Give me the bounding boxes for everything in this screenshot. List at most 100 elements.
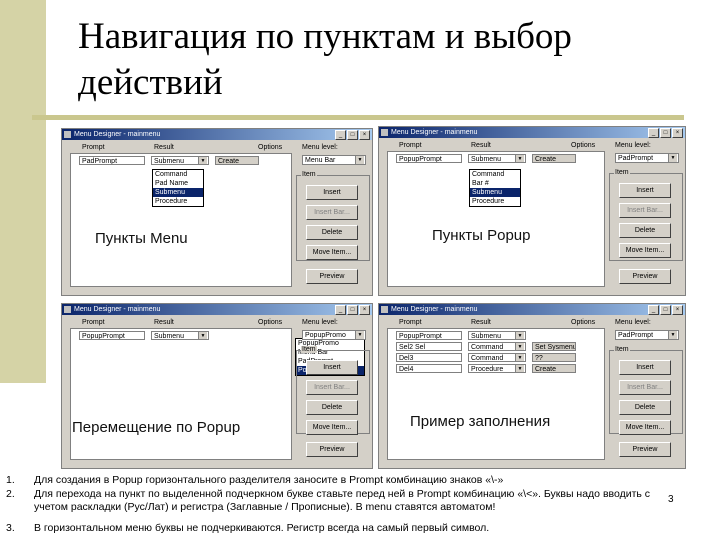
chevron-down-icon[interactable]: ▼: [198, 332, 207, 339]
menu-level-select[interactable]: PopupPromo ▼: [302, 330, 366, 340]
designer-button[interactable]: Preview: [619, 269, 671, 284]
chevron-down-icon[interactable]: ▼: [515, 332, 524, 339]
prompt-field[interactable]: PopupPrompt: [396, 154, 462, 163]
close-button[interactable]: ×: [672, 305, 683, 315]
note-text: В горизонтальном меню буквы не подчеркив…: [34, 522, 490, 534]
options-column-label: Options: [571, 319, 596, 326]
menu-item-row[interactable]: PopupPrompt Submenu ▼: [388, 331, 604, 340]
designer-button[interactable]: Move Item...: [619, 243, 671, 258]
designer-button[interactable]: Delete: [306, 225, 358, 240]
result-column-label: Result: [154, 144, 174, 151]
chevron-down-icon[interactable]: ▼: [668, 154, 677, 162]
designer-button[interactable]: Insert: [619, 360, 671, 375]
dropdown-option[interactable]: Submenu: [470, 188, 520, 197]
result-select[interactable]: Command ▼: [468, 342, 526, 351]
screenshot-caption: Перемещение по Popup: [72, 419, 241, 436]
designer-button[interactable]: Delete: [619, 400, 671, 415]
create-button[interactable]: Create: [532, 364, 576, 373]
window-controls: _ □ ×: [648, 305, 683, 315]
prompt-field[interactable]: Del4: [396, 364, 462, 373]
menu-item-row[interactable]: PopupPrompt Submenu ▼: [71, 331, 291, 340]
chevron-down-icon[interactable]: ▼: [668, 331, 677, 339]
create-button[interactable]: ??: [532, 353, 576, 362]
dropdown-option[interactable]: Command: [470, 170, 520, 179]
designer-button[interactable]: Insert: [619, 183, 671, 198]
designer-button[interactable]: Insert Bar...: [619, 203, 671, 218]
result-select[interactable]: Submenu ▼: [151, 331, 209, 340]
designer-button[interactable]: Insert: [306, 185, 358, 200]
note-text: Для перехода на пункт по выделенной подч…: [34, 488, 651, 513]
prompt-field[interactable]: Sel2 Sel: [396, 342, 462, 351]
dropdown-option[interactable]: Command: [153, 170, 203, 179]
menu-level-select[interactable]: Menu Bar ▼: [302, 155, 366, 165]
menu-item-row[interactable]: Del4 Procedure ▼ Create: [388, 364, 604, 373]
result-select[interactable]: Procedure ▼: [468, 364, 526, 373]
menu-level-select[interactable]: PadPrompt ▼: [615, 153, 679, 163]
create-button[interactable]: Set Sysmenu Defa: [532, 342, 576, 351]
item-group-label: Item: [301, 346, 317, 353]
menu-items-list[interactable]: PopupPrompt Submenu ▼: [70, 328, 292, 460]
chevron-down-icon[interactable]: ▼: [355, 331, 364, 339]
dropdown-option[interactable]: Submenu: [153, 188, 203, 197]
designer-button[interactable]: Preview: [619, 442, 671, 457]
result-select[interactable]: Submenu ▼: [468, 154, 526, 163]
menu-item-row[interactable]: PadPrompt Submenu ▼ Create: [71, 156, 291, 165]
chevron-down-icon[interactable]: ▼: [515, 155, 524, 162]
screenshot-caption: Пример заполнения: [410, 413, 551, 430]
menu-item-row[interactable]: PopupPrompt Submenu ▼ Create: [388, 154, 604, 163]
chevron-down-icon[interactable]: ▼: [355, 156, 364, 164]
designer-button[interactable]: Insert Bar...: [619, 380, 671, 395]
dropdown-option[interactable]: Procedure: [470, 197, 520, 206]
designer-button[interactable]: Insert Bar...: [306, 205, 358, 220]
prompt-field[interactable]: Del3: [396, 353, 462, 362]
minimize-button[interactable]: _: [648, 128, 659, 138]
menu-level-select[interactable]: PadPrompt ▼: [615, 330, 679, 340]
prompt-field[interactable]: PadPrompt: [79, 156, 145, 165]
window-title-bar: Menu Designer - mainmenu _ □ ×: [379, 127, 685, 138]
designer-button[interactable]: Delete: [619, 223, 671, 238]
prompt-column-label: Prompt: [399, 142, 422, 149]
result-dropdown-list[interactable]: Command Bar # Submenu Procedure: [469, 169, 521, 207]
maximize-button[interactable]: □: [347, 130, 358, 140]
item-group-label: Item: [614, 346, 630, 353]
result-select[interactable]: Submenu ▼: [468, 331, 526, 340]
dropdown-option[interactable]: Pad Name: [153, 179, 203, 188]
chevron-down-icon[interactable]: ▼: [198, 157, 207, 164]
window-title: Menu Designer - mainmenu: [391, 306, 478, 313]
minimize-button[interactable]: _: [335, 130, 346, 140]
designer-button[interactable]: Delete: [306, 400, 358, 415]
close-button[interactable]: ×: [359, 305, 370, 315]
close-button[interactable]: ×: [359, 130, 370, 140]
prompt-field[interactable]: PopupPrompt: [79, 331, 145, 340]
create-button[interactable]: Create: [215, 156, 259, 165]
designer-button[interactable]: Preview: [306, 442, 358, 457]
maximize-button[interactable]: □: [347, 305, 358, 315]
result-select[interactable]: Command ▼: [468, 353, 526, 362]
chevron-down-icon[interactable]: ▼: [515, 365, 524, 372]
prompt-field[interactable]: PopupPrompt: [396, 331, 462, 340]
dropdown-option[interactable]: Procedure: [153, 197, 203, 206]
menu-item-row[interactable]: Sel2 Sel Command▼ Set Sysmenu Defa: [388, 342, 604, 351]
minimize-button[interactable]: _: [648, 305, 659, 315]
designer-button[interactable]: Preview: [306, 269, 358, 284]
menu-items-list[interactable]: PopupPrompt Submenu ▼ Sel2 Sel Command ▼ Set S…: [387, 328, 605, 460]
designer-button[interactable]: Insert: [306, 360, 358, 375]
minimize-button[interactable]: _: [335, 305, 346, 315]
dropdown-option[interactable]: Bar #: [470, 179, 520, 188]
chevron-down-icon[interactable]: ▼: [515, 343, 524, 350]
close-button[interactable]: ×: [672, 128, 683, 138]
designer-button[interactable]: Move Item...: [306, 420, 358, 435]
result-select[interactable]: Submenu ▼: [151, 156, 209, 165]
title-rule: [32, 115, 684, 120]
result-column-label: Result: [471, 142, 491, 149]
note-number: 1.: [6, 474, 15, 486]
designer-button[interactable]: Move Item...: [619, 420, 671, 435]
designer-button[interactable]: Insert Bar...: [306, 380, 358, 395]
create-button[interactable]: Create: [532, 154, 576, 163]
result-dropdown-list[interactable]: Command Pad Name Submenu Procedure: [152, 169, 204, 207]
menu-item-row[interactable]: Del3 Command ▼??: [388, 353, 604, 362]
designer-button[interactable]: Move Item...: [306, 245, 358, 260]
chevron-down-icon[interactable]: ▼: [515, 354, 524, 361]
maximize-button[interactable]: □: [660, 128, 671, 138]
maximize-button[interactable]: □: [660, 305, 671, 315]
